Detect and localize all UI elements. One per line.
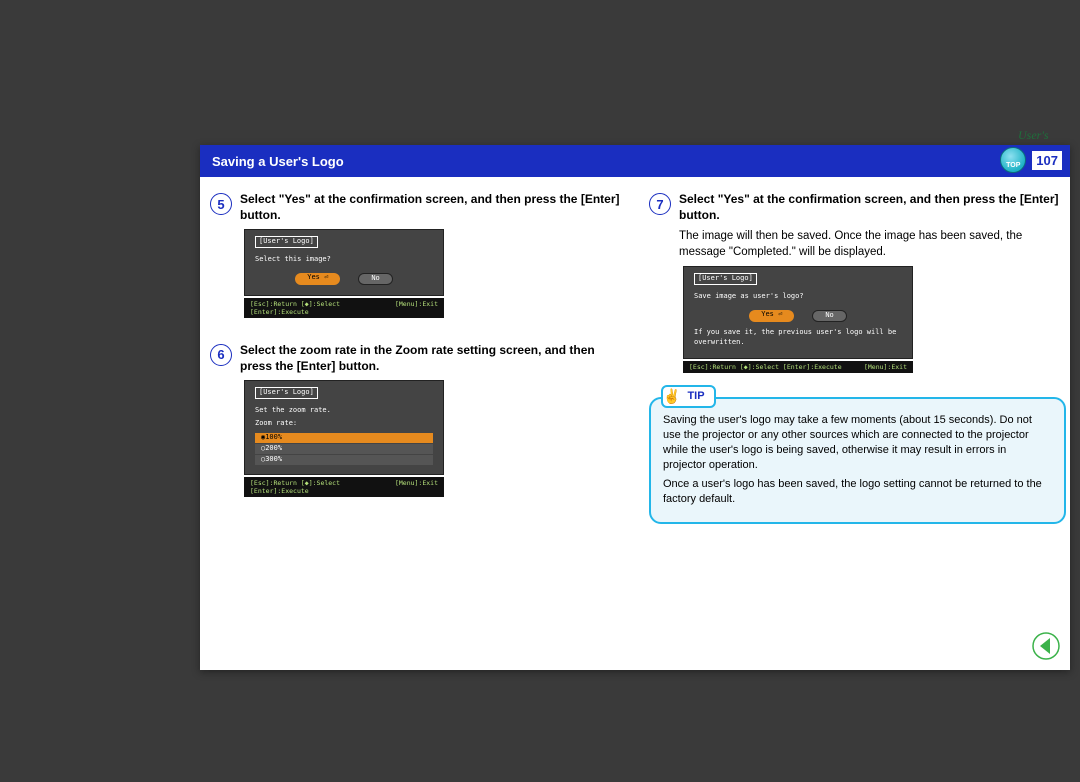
osd-foot-left: [Esc]:Return [◆]:Select [Enter]:Execute [689,363,842,371]
osd-line1: Set the zoom rate. [255,406,433,416]
osd-foot-right: [Menu]:Exit [395,479,438,495]
step-5-osd-footer: [Esc]:Return [◆]:Select [Enter]:Execute … [244,298,444,318]
osd-foot-right: [Menu]:Exit [395,300,438,316]
osd-label: [User's Logo] [255,236,318,248]
step-6: 6 Select the zoom rate in the Zoom rate … [210,342,627,509]
step-5-osd-screen: [User's Logo] Select this image? Yes ⏎ N… [244,229,444,295]
content-columns: 5 Select "Yes" at the confirmation scree… [200,177,1070,534]
tip-paragraph-1: Saving the user's logo may take a few mo… [663,413,1052,472]
osd-label: [User's Logo] [694,273,757,285]
osd-foot-right: [Menu]:Exit [864,363,907,371]
header-title: Saving a User's Logo [212,154,344,169]
osd-foot-left: [Esc]:Return [◆]:Select [Enter]:Execute [250,300,395,316]
tip-icon: ✌ [663,387,680,406]
step-7-title: Select "Yes" at the confirmation screen,… [679,191,1066,223]
osd-foot-left: [Esc]:Return [◆]:Select [Enter]:Execute [250,479,395,495]
step-7-desc: The image will then be saved. Once the i… [679,229,1066,260]
osd-prompt: Save image as user's logo? [694,292,902,302]
step-6-osd-footer: [Esc]:Return [◆]:Select [Enter]:Execute … [244,477,444,497]
zoom-option-300: ○300% [255,455,433,465]
osd-yes-button: Yes ⏎ [295,273,340,285]
osd-no-button: No [358,273,392,285]
step-5: 5 Select "Yes" at the confirmation scree… [210,191,627,330]
tip-paragraph-2: Once a user's logo has been saved, the l… [663,477,1052,507]
left-column: 5 Select "Yes" at the confirmation scree… [210,191,627,524]
page-number: 107 [1032,151,1062,170]
right-column: 7 Select "Yes" at the confirmation scree… [649,191,1066,524]
osd-prompt: Select this image? [255,255,433,265]
step-5-title: Select "Yes" at the confirmation screen,… [240,191,627,223]
document-page: Saving a User's Logo TOP 107 5 Select "Y… [200,145,1070,670]
step-7-osd-screen: [User's Logo] Save image as user's logo?… [683,266,913,359]
step-6-osd-screen: [User's Logo] Set the zoom rate. Zoom ra… [244,380,444,474]
header-bar: Saving a User's Logo TOP 107 [200,145,1070,177]
tip-label: TIP [684,388,707,405]
nav-prev-button[interactable] [1032,632,1060,660]
step-7: 7 Select "Yes" at the confirmation scree… [649,191,1066,385]
step-7-osd-footer: [Esc]:Return [◆]:Select [Enter]:Execute … [683,361,913,373]
zoom-option-200: ○200% [255,444,433,454]
step-5-number: 5 [210,193,232,215]
osd-no-button: No [812,310,846,322]
osd-line2: Zoom rate: [255,419,433,429]
tip-box: ✌ TIP Saving the user's logo may take a … [649,397,1066,524]
tip-header: ✌ TIP [661,385,716,408]
step-6-number: 6 [210,344,232,366]
zoom-option-100: ◉100% [255,433,433,443]
top-icon: TOP [1000,147,1026,173]
step-6-title: Select the zoom rate in the Zoom rate se… [240,342,627,374]
osd-yes-button: Yes ⏎ [749,310,794,322]
step-7-number: 7 [649,193,671,215]
header-badge: TOP 107 [1000,147,1062,173]
osd-label: [User's Logo] [255,387,318,399]
osd-note: If you save it, the previous user's logo… [694,328,902,348]
